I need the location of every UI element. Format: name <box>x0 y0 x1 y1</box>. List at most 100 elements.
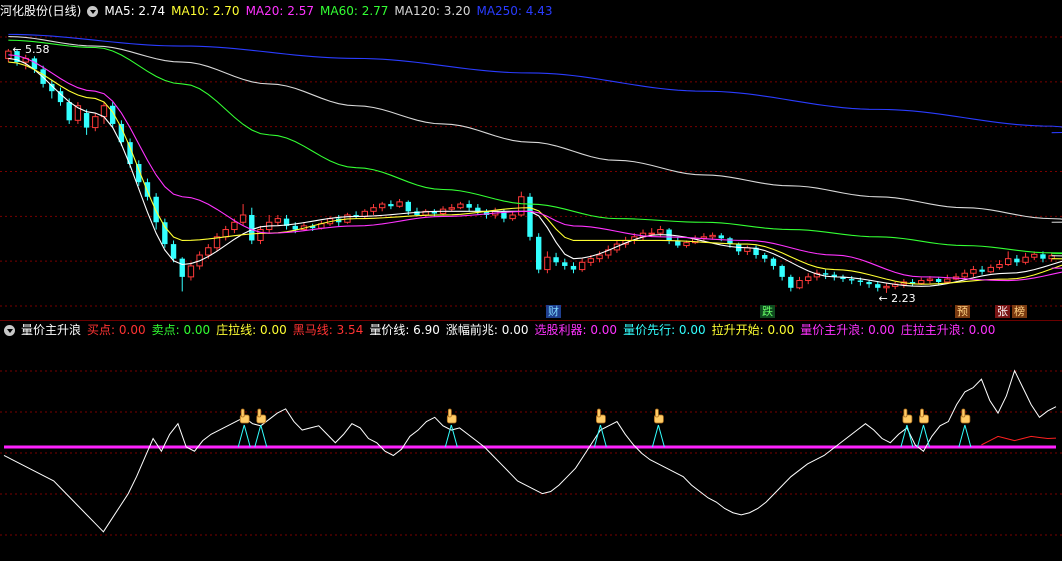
ma-line-ma20 <box>8 54 1062 282</box>
candle-body <box>231 221 238 231</box>
ma-line-ma60 <box>8 39 1062 255</box>
candle-body <box>1040 254 1046 259</box>
ma-line-ma250 <box>8 33 1062 134</box>
candle-body <box>1022 256 1029 263</box>
event-marker[interactable]: 张 <box>995 305 1010 318</box>
hand-finger <box>654 408 659 418</box>
candle-body <box>222 229 229 238</box>
indicator-item: 庄拉主升浪: 0.00 <box>900 323 996 337</box>
candle-body <box>657 229 664 234</box>
event-marker[interactable]: 跌 <box>760 305 775 318</box>
candle-body <box>883 285 890 289</box>
pointing-hand-icon <box>256 408 267 424</box>
candle-body <box>466 204 472 208</box>
candle-body <box>570 265 577 270</box>
candle-body <box>518 196 525 216</box>
signal-marker-stem <box>254 424 262 448</box>
candle-body <box>788 276 794 288</box>
chevron-down-icon[interactable] <box>87 5 99 17</box>
ma-line-ma120 <box>8 36 1062 223</box>
candle-body <box>926 278 934 282</box>
pointing-hand-icon <box>653 408 664 424</box>
candle-body <box>718 235 724 239</box>
ma-line-ma10 <box>8 61 1062 285</box>
candle-body <box>179 258 185 277</box>
candle-body <box>292 225 298 230</box>
high-price-label: ← 5.58 <box>12 43 49 56</box>
ma-item: MA20: 2.57 <box>245 4 314 18</box>
candle-body <box>562 262 568 266</box>
hand-finger <box>597 408 601 418</box>
event-marker[interactable]: 预 <box>955 305 970 318</box>
candle-body <box>239 214 247 223</box>
candle-body <box>162 222 168 245</box>
signal-marker-stem <box>916 424 924 448</box>
candle-body <box>762 255 768 259</box>
candle-body <box>805 276 812 282</box>
indicator-legend: 买点: 0.00 卖点: 0.00 庄拉线: 0.00 黑马线: 3.54 量价线: 6… <box>87 321 1001 339</box>
candle-body <box>578 261 586 271</box>
candle-body <box>187 265 195 278</box>
candle-body <box>796 280 803 289</box>
candle-body <box>996 263 1003 268</box>
candle-body <box>918 280 925 284</box>
signal-marker-stem <box>906 424 914 448</box>
candle-body <box>92 116 99 129</box>
candle-body <box>153 196 159 223</box>
candle-body <box>779 265 785 277</box>
indicator-item: 选股利器: 0.00 <box>534 323 618 337</box>
candle-body <box>970 269 977 274</box>
indicator-item: 拉升开始: 0.00 <box>711 323 795 337</box>
candle-body <box>875 284 881 288</box>
candle-body <box>648 232 655 235</box>
candle-body <box>961 272 968 278</box>
candle-body <box>379 203 386 209</box>
candle-body <box>388 204 394 207</box>
indicator-item: 卖点: 0.00 <box>151 323 211 337</box>
indicator-header: 量价主升浪 买点: 0.00 卖点: 0.00 庄拉线: 0.00 黑马线: 3.54… <box>0 321 1007 339</box>
hand-finger <box>240 408 245 418</box>
candle-body <box>848 279 855 281</box>
indicator-item: 黑马线: 3.54 <box>292 323 364 337</box>
candle-body <box>866 281 872 285</box>
event-marker[interactable]: 财 <box>546 305 561 318</box>
indicator-item: 涨幅前兆: 0.00 <box>445 323 529 337</box>
candle-body <box>822 273 829 275</box>
signal-marker-stem <box>964 424 972 448</box>
indicator-chart[interactable] <box>0 321 1062 558</box>
candle-body <box>205 247 212 256</box>
candle-body <box>535 236 542 270</box>
pointing-hand-icon <box>960 408 971 424</box>
ma-item: MA250: 4.43 <box>476 4 553 18</box>
pointing-hand-icon <box>919 408 929 424</box>
ma-item: MA5: 2.74 <box>104 4 166 18</box>
pointing-hand-icon <box>596 408 606 424</box>
candle-body <box>1014 258 1020 263</box>
indicator-item: 买点: 0.00 <box>87 323 146 337</box>
candle-body <box>170 244 177 259</box>
pointing-hand-icon <box>446 408 457 424</box>
candle-body <box>857 280 864 282</box>
signal-marker-stem <box>243 424 251 448</box>
candle-body <box>1004 258 1012 265</box>
candle-body <box>987 266 994 273</box>
candle-body <box>979 269 985 272</box>
hand-finger <box>961 408 966 418</box>
hand-finger <box>903 408 908 418</box>
candle-body <box>527 196 533 237</box>
chevron-down-icon[interactable] <box>4 324 15 336</box>
indicator-item: 量价线: 6.90 <box>369 323 440 337</box>
ma-item: MA10: 2.70 <box>171 4 240 18</box>
signal-marker-stem <box>958 424 966 448</box>
candle-body <box>553 257 559 263</box>
low-price-label: ← 2.23 <box>878 292 915 305</box>
ma-line-ma5 <box>8 57 1062 287</box>
candle-body <box>66 102 72 121</box>
indicator-item: 庄拉线: 0.00 <box>216 323 287 337</box>
price-chart[interactable]: ← 5.58 ← 2.23 <box>0 0 1062 320</box>
candle-body <box>396 201 403 207</box>
event-marker[interactable]: 榜 <box>1012 305 1027 318</box>
price-header: 河化股份(日线) MA5: 2.74 MA10: 2.70 MA20: 2.57 MA… <box>0 2 565 20</box>
candle-body <box>457 203 464 209</box>
stock-name: 河化股份(日线) <box>0 4 82 18</box>
